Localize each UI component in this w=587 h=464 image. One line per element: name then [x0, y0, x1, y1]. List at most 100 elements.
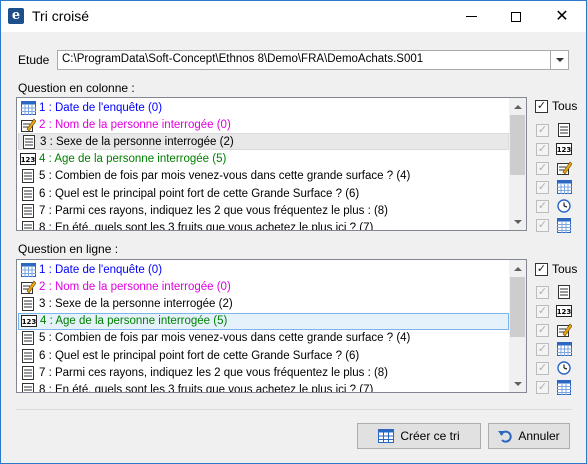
text-edit-icon	[20, 280, 36, 294]
list-item[interactable]: 123 4 : Age de la personne interrogée (5)	[18, 312, 509, 330]
table-icon	[556, 217, 572, 233]
list-item[interactable]: 1 : Date de l'enquête (0)	[18, 99, 509, 116]
list-item[interactable]: 3 : Sexe de la personne interrogée (2)	[18, 133, 509, 151]
list-item[interactable]: 8 : En été, quels sont les 3 fruits que …	[18, 219, 509, 230]
checkbox-box[interactable]: ✓	[536, 161, 549, 175]
numeric-icon: 123	[21, 314, 37, 328]
list-icon	[21, 134, 37, 149]
etude-select[interactable]: C:\ProgramData\Soft-Concept\Ethnos 8\Dem…	[57, 50, 569, 70]
list-item[interactable]: 1 : Date de l'enquête (0)	[18, 261, 509, 278]
list-item[interactable]: 5 : Combien de fois par mois venez-vous …	[18, 168, 509, 185]
type-filter-table[interactable]: ✓	[536, 217, 572, 233]
svg-text:123: 123	[21, 156, 36, 164]
list-item-label: 5 : Combien de fois par mois venez-vous …	[39, 170, 411, 183]
colonne-question-list[interactable]: 8 : En été, quels sont les 3 fruits que …	[16, 97, 527, 231]
cancel-button[interactable]: Annuler	[488, 423, 570, 449]
text-edit-icon	[556, 160, 572, 176]
scroll-up-button[interactable]	[509, 260, 526, 277]
checkbox-box[interactable]: ✓	[535, 99, 548, 113]
checkbox-box[interactable]: ✓	[535, 262, 548, 276]
close-icon: ✕	[555, 7, 569, 25]
checkbox-box[interactable]: ✓	[536, 361, 549, 375]
checkbox-box[interactable]: ✓	[536, 342, 549, 356]
list-item[interactable]: 7 : Parmi ces rayons, indiquez les 2 que…	[18, 202, 509, 219]
colonne-tous-checkbox[interactable]: ✓ Tous	[535, 99, 577, 113]
checkmark-icon: ✓	[537, 142, 548, 155]
type-filter-table[interactable]: ✓	[536, 379, 572, 395]
dialog-window: e Tri croisé ✕ Etude C:\ProgramData\Soft…	[0, 0, 587, 464]
type-filter-calendar[interactable]: ✓	[536, 341, 572, 357]
scroll-up-icon	[513, 104, 522, 109]
list-item[interactable]: 5 : Combien de fois par mois venez-vous …	[18, 330, 509, 347]
list-item[interactable]: 3 : Sexe de la personne interrogée (2)	[18, 295, 509, 312]
checkmark-icon: ✓	[537, 123, 548, 136]
scroll-down-button[interactable]	[509, 375, 526, 392]
etude-label: Etude	[18, 53, 50, 67]
close-button[interactable]: ✕	[539, 1, 585, 32]
type-filter-list[interactable]: ✓	[536, 284, 572, 300]
maximize-button[interactable]	[493, 1, 539, 32]
clock-icon	[556, 198, 572, 214]
checkmark-icon: ✓	[537, 323, 548, 336]
scroll-down-button[interactable]	[509, 213, 526, 230]
list-icon	[20, 169, 36, 184]
checkbox-box[interactable]: ✓	[536, 380, 549, 394]
checkbox-box[interactable]: ✓	[536, 142, 549, 156]
type-filter-numeric[interactable]: ✓ 123	[536, 303, 572, 319]
list-item-label: 8 : En été, quels sont les 3 fruits que …	[39, 383, 374, 393]
checkmark-icon: ✓	[537, 161, 548, 174]
type-filter-text-edit[interactable]: ✓	[536, 322, 572, 338]
list-item[interactable]: 6 : Quel est le principal point fort de …	[18, 185, 509, 202]
minimize-button[interactable]	[448, 1, 494, 32]
list-item[interactable]: 2 : Nom de la personne interrogée (0)	[18, 116, 509, 133]
list-item[interactable]: 2 : Nom de la personne interrogée (0)	[18, 278, 509, 295]
svg-text:123: 123	[22, 318, 37, 326]
table-icon	[378, 429, 395, 443]
checkbox-box[interactable]: ✓	[536, 199, 549, 213]
checkbox-box[interactable]: ✓	[536, 304, 549, 318]
type-filter-calendar[interactable]: ✓	[536, 179, 572, 195]
ligne-scrollbar[interactable]	[509, 260, 526, 392]
checkbox-box[interactable]: ✓	[536, 123, 549, 137]
scroll-thumb[interactable]	[510, 277, 525, 337]
list-item-label: 7 : Parmi ces rayons, indiquez les 2 que…	[39, 204, 389, 217]
checkbox-box[interactable]: ✓	[536, 180, 549, 194]
app-logo-icon: e	[8, 8, 24, 24]
scroll-thumb[interactable]	[510, 115, 525, 175]
table-icon	[556, 379, 572, 395]
etude-dropdown-button[interactable]	[550, 51, 568, 69]
numeric-icon: 123	[20, 152, 36, 166]
checkbox-box[interactable]: ✓	[536, 218, 549, 232]
type-filter-numeric[interactable]: ✓ 123	[536, 141, 572, 157]
list-item-label: 1 : Date de l'enquête (0)	[39, 263, 163, 276]
list-item-label: 4 : Age de la personne interrogée (5)	[39, 153, 227, 166]
maximize-icon	[511, 11, 521, 22]
list-item[interactable]: 123 4 : Age de la personne interrogée (5)	[18, 151, 509, 168]
svg-text:123: 123	[557, 146, 572, 154]
colonne-scrollbar[interactable]	[509, 98, 526, 230]
list-item[interactable]: 8 : En été, quels sont les 3 fruits que …	[18, 381, 509, 393]
list-item[interactable]: 7 : Parmi ces rayons, indiquez les 2 que…	[18, 364, 509, 381]
type-filter-clock[interactable]: ✓	[536, 198, 572, 214]
type-filter-clock[interactable]: ✓	[536, 360, 572, 376]
checkbox-box[interactable]: ✓	[536, 285, 549, 299]
etude-value: C:\ProgramData\Soft-Concept\Ethnos 8\Dem…	[62, 53, 424, 65]
ligne-section-label: Question en ligne :	[18, 242, 119, 256]
ligne-question-list[interactable]: 8 : En été, quels sont les 3 fruits que …	[16, 259, 527, 393]
checkmark-icon: ✓	[537, 199, 548, 212]
checkmark-icon: ✓	[537, 361, 548, 374]
checkbox-box[interactable]: ✓	[536, 323, 549, 337]
undo-icon	[498, 429, 512, 443]
type-filter-list[interactable]: ✓	[536, 122, 572, 138]
list-item-label: 7 : Parmi ces rayons, indiquez les 2 que…	[39, 366, 389, 379]
calendar-icon	[20, 100, 36, 115]
checkmark-icon: ✓	[536, 262, 547, 275]
list-item[interactable]: 6 : Quel est le principal point fort de …	[18, 347, 509, 364]
list-item-label: 2 : Nom de la personne interrogée (0)	[39, 118, 231, 131]
type-filter-text-edit[interactable]: ✓	[536, 160, 572, 176]
checkmark-icon: ✓	[537, 218, 548, 231]
scroll-up-button[interactable]	[509, 98, 526, 115]
ligne-tous-checkbox[interactable]: ✓ Tous	[535, 262, 577, 276]
create-tri-button[interactable]: Créer ce tri	[357, 423, 481, 449]
numeric-icon: 123	[556, 141, 572, 157]
